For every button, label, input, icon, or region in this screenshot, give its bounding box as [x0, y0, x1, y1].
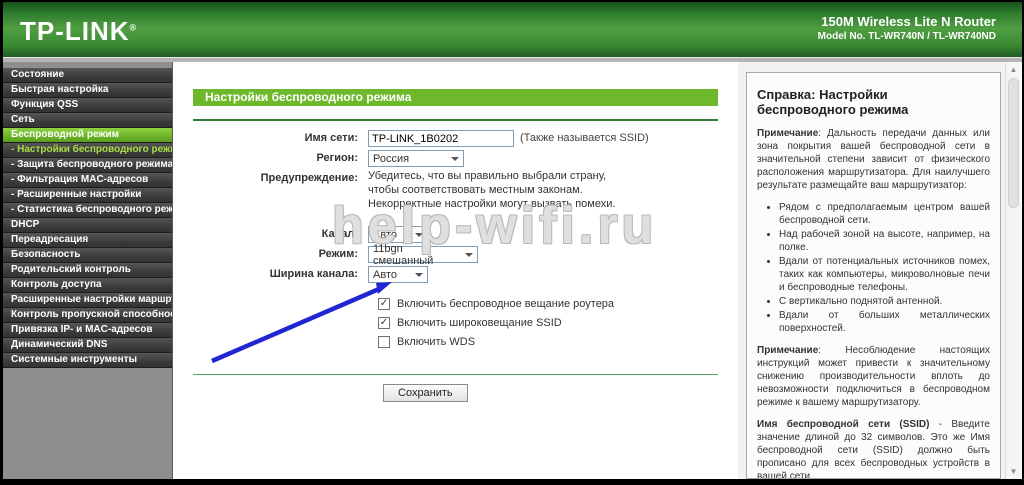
title-divider [193, 119, 718, 121]
enable-ssid-broadcast-checkbox[interactable] [378, 317, 390, 330]
warning-label: Предупреждение: [260, 172, 358, 184]
scrollbar-thumb[interactable] [1008, 78, 1019, 208]
sidebar-item-dhcp[interactable]: DHCP [3, 218, 172, 233]
channel-width-select[interactable]: Авто [368, 266, 428, 284]
scroll-up-icon[interactable]: ▲ [1006, 62, 1021, 77]
warning-line: Некорректные настройки могут вызвать пом… [368, 197, 616, 210]
enable-wireless-label: Включить беспроводное вещание роутера [397, 298, 615, 311]
warning-text: Убедитесь, что вы правильно выбрали стра… [368, 170, 615, 211]
channel-value: Авто [373, 228, 397, 241]
warning-line: Убедитесь, что вы правильно выбрали стра… [368, 170, 607, 182]
sidebar-item-wireless-security[interactable]: - Защита беспроводного режима [3, 158, 172, 173]
sidebar-item-status[interactable]: Состояние [3, 68, 172, 83]
sidebar-item-wireless[interactable]: Беспроводной режим [3, 128, 172, 143]
channel-width-value: Авто [373, 268, 397, 281]
help-ssid: Имя беспроводной сети (SSID) - Введите з… [757, 418, 990, 478]
sidebar-item-mac-filtering[interactable]: - Фильтрация MAC-адресов [3, 173, 172, 188]
help-title: Справка: Настройки беспроводного режима [757, 87, 909, 117]
help-note-1: Примечание: Дальность передачи данных ил… [757, 127, 990, 192]
tp-link-logo: TP-LINK® [20, 16, 137, 47]
chevron-down-icon [451, 156, 459, 161]
sidebar-item-access-control[interactable]: Контроль доступа [3, 278, 172, 293]
page-title: Настройки беспроводного режима [193, 89, 718, 106]
mode-value: 11bgn смешанный [373, 242, 434, 267]
sidebar-item-security[interactable]: Безопасность [3, 248, 172, 263]
sidebar-item-advanced-routing[interactable]: Расширенные настройки маршрутизации [3, 293, 172, 308]
enable-wds-checkbox[interactable] [378, 336, 390, 349]
checkbox-row: Включить WDS [378, 336, 738, 349]
chevron-down-icon [465, 252, 473, 257]
help-lead: Имя беспроводной сети (SSID) [757, 419, 930, 430]
sidebar-item-quick-setup[interactable]: Быстрая настройка [3, 83, 172, 98]
sidebar-item-wireless-settings[interactable]: - Настройки беспроводного режима [3, 143, 172, 158]
mode-label: Режим: [318, 248, 358, 261]
model-number: Model No. TL-WR740N / TL-WR740ND [817, 31, 996, 42]
help-bullet: Рядом с предполагаемым центром вашей бес… [779, 201, 990, 227]
enable-ssid-broadcast-label: Включить широковещание SSID [397, 317, 562, 330]
sidebar-item-system-tools[interactable]: Системные инструменты [3, 353, 172, 368]
region-value: Россия [373, 152, 410, 165]
channel-width-label: Ширина канала: [269, 268, 358, 281]
channel-select[interactable]: Авто [368, 226, 428, 244]
sidebar-item-bandwidth-control[interactable]: Контроль пропускной способности [3, 308, 172, 323]
region-label: Регион: [316, 152, 358, 164]
sidebar-item-network[interactable]: Сеть [3, 113, 172, 128]
logo-text: TP-LINK [20, 16, 130, 46]
header: TP-LINK® 150M Wireless Lite N Router Mod… [3, 2, 1022, 57]
page-scrollbar[interactable]: ▲ ▼ [1005, 62, 1021, 479]
sidebar-item-wireless-statistics[interactable]: - Статистика беспроводного режима [3, 203, 172, 218]
scroll-down-icon[interactable]: ▼ [1006, 464, 1021, 479]
registered-mark: ® [129, 22, 138, 33]
chevron-down-icon [415, 232, 423, 237]
product-name: 150M Wireless Lite N Router [821, 14, 996, 29]
enable-wds-label: Включить WDS [397, 336, 476, 349]
sidebar-item-parental-control[interactable]: Родительский контроль [3, 263, 172, 278]
help-lead: Примечание [757, 128, 819, 139]
help-bullet: С вертикально поднятой антенной. [779, 295, 990, 308]
sidebar-item-forwarding[interactable]: Переадресация [3, 233, 172, 248]
sidebar-item-advanced-settings[interactable]: - Расширенные настройки [3, 188, 172, 203]
help-bullet: Вдали от потенциальных источников помех,… [779, 255, 990, 294]
sidebar-nav: Состояние Быстрая настройка Функция QSS … [3, 62, 173, 479]
ssid-input[interactable] [368, 130, 514, 147]
help-bullet: Над рабочей зоной на высоте, например, н… [779, 228, 990, 254]
region-select[interactable]: Россия [368, 150, 464, 167]
main-content: Настройки беспроводного режима Имя сети:… [173, 62, 738, 479]
help-bullets: Рядом с предполагаемым центром вашей бес… [779, 201, 990, 335]
sidebar-item-dynamic-dns[interactable]: Динамический DNS [3, 338, 172, 353]
help-note-2: Примечание: Несоблюдение настоящих инстр… [757, 344, 990, 409]
channel-label: Канал: [321, 228, 358, 241]
save-button[interactable]: Сохранить [383, 384, 468, 403]
warning-line: чтобы соответствовать местным законам. [368, 183, 583, 196]
ssid-note: (Также называется SSID) [520, 132, 649, 144]
checkbox-row: Включить широковещание SSID [378, 317, 738, 330]
form-divider [193, 374, 718, 376]
router-admin-page: TP-LINK® 150M Wireless Lite N Router Mod… [3, 2, 1022, 479]
mode-select[interactable]: 11bgn смешанный [368, 243, 478, 267]
header-product-info: 150M Wireless Lite N Router Model No. TL… [818, 14, 996, 42]
checkbox-row: Включить беспроводное вещание роутера [378, 298, 738, 311]
chevron-down-icon [415, 272, 423, 277]
help-panel: Справка: Настройки беспроводного режима … [746, 72, 1001, 479]
sidebar-item-qss[interactable]: Функция QSS [3, 98, 172, 113]
help-zone: Справка: Настройки беспроводного режима … [738, 62, 1005, 479]
help-bullet: Вдали от больших металлических поверхнос… [779, 309, 990, 335]
help-lead: Примечание [757, 345, 819, 356]
ssid-label: Имя сети: [304, 132, 358, 144]
enable-wireless-checkbox[interactable] [378, 298, 390, 311]
wireless-settings-form: Имя сети: (Также называется SSID) Регион… [173, 130, 738, 403]
sidebar-item-ip-mac-binding[interactable]: Привязка IP- и MAC-адресов [3, 323, 172, 338]
